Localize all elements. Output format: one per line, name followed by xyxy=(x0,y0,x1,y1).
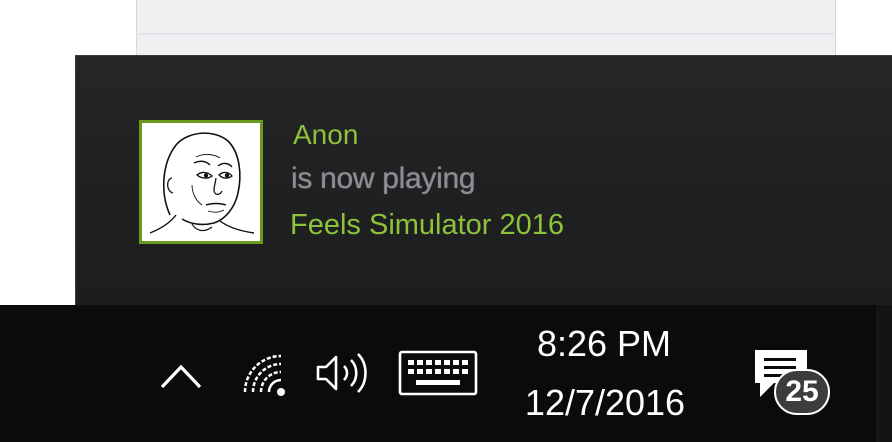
background-window xyxy=(0,0,892,56)
clock-date[interactable]: 12/7/2016 xyxy=(505,382,705,424)
notification-count-badge[interactable]: 25 xyxy=(774,369,830,415)
wojak-face-avatar-icon xyxy=(142,123,260,241)
wifi-icon[interactable] xyxy=(243,354,289,398)
notification-status-text: is now playing xyxy=(291,162,476,195)
notification-game-name: Feels Simulator 2016 xyxy=(290,209,565,241)
background-divider xyxy=(136,33,836,35)
notification-user-name: Anon xyxy=(293,119,359,150)
taskbar-edge xyxy=(876,305,892,442)
clock-time[interactable]: 8:26 PM xyxy=(519,323,689,365)
screen: Anon is now playing Feels Simulator 2016 xyxy=(0,0,892,442)
chevron-up-icon[interactable] xyxy=(158,361,204,391)
user-avatar xyxy=(139,120,263,244)
steam-notification-toast[interactable]: Anon is now playing Feels Simulator 2016 xyxy=(75,55,892,306)
keyboard-icon[interactable] xyxy=(398,350,478,396)
background-panel xyxy=(136,0,836,56)
volume-icon[interactable] xyxy=(314,351,374,395)
taskbar: 8:26 PM 12/7/2016 25 xyxy=(0,305,892,442)
